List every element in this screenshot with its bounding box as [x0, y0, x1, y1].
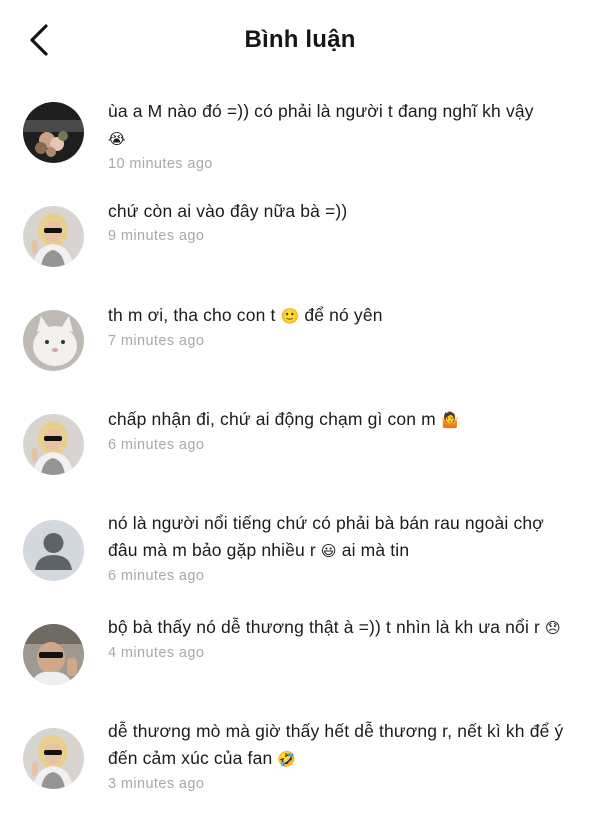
slightly-smiling-face-icon: 🙂	[280, 307, 300, 325]
page-title: Bình luận	[244, 26, 356, 53]
rolling-laughing-face-icon: 🤣	[277, 750, 297, 768]
person-shrugging-icon: 🤷	[440, 411, 460, 429]
blonde-girl-sunglasses-icon	[23, 728, 84, 789]
header: Bình luận	[0, 0, 600, 82]
grinning-face-icon: 😃	[320, 542, 337, 560]
loudly-crying-face-icon: 😭	[108, 130, 126, 148]
avatar[interactable]	[23, 624, 84, 685]
blonde-girl-sunglasses-icon	[23, 414, 84, 475]
comment-timestamp: 6 minutes ago	[108, 437, 205, 453]
white-cat-icon	[23, 310, 84, 371]
comment-text: nó là người nổi tiếng chứ có phải bà bán…	[108, 513, 544, 560]
comment-text: ùa a M nào đó =)) có phải là người t đan…	[108, 101, 534, 148]
comment-text: bộ bà thấy nó dễ thương thật à =)) t nhì…	[108, 617, 561, 637]
flowers-photo-icon	[23, 102, 84, 163]
comment-text: th m ơi, tha cho con t 🙂 để nó yên	[108, 305, 383, 325]
disappointed-face-icon: 😞	[545, 619, 561, 637]
avatar[interactable]	[23, 520, 84, 581]
avatar[interactable]	[23, 728, 84, 789]
comment-timestamp: 7 minutes ago	[108, 333, 205, 349]
avatar[interactable]	[23, 414, 84, 475]
comment-text: chứ còn ai vào đây nữa bà =))	[108, 201, 348, 221]
blonde-girl-sunglasses-icon	[23, 206, 84, 267]
comment-timestamp: 10 minutes ago	[108, 156, 213, 172]
default-user-icon	[23, 520, 84, 581]
avatar[interactable]	[23, 206, 84, 267]
person-sunglasses-icon	[23, 624, 84, 685]
comment-timestamp: 3 minutes ago	[108, 776, 205, 792]
avatar[interactable]	[23, 102, 84, 163]
avatar[interactable]	[23, 310, 84, 371]
comment-text: dễ thương mò mà giờ thấy hết dễ thương r…	[108, 721, 564, 768]
comment-timestamp: 9 minutes ago	[108, 228, 205, 244]
comment-timestamp: 4 minutes ago	[108, 645, 205, 661]
comment-timestamp: 6 minutes ago	[108, 568, 205, 584]
comment-text: chấp nhận đi, chứ ai động chạm gì con m …	[108, 409, 460, 429]
